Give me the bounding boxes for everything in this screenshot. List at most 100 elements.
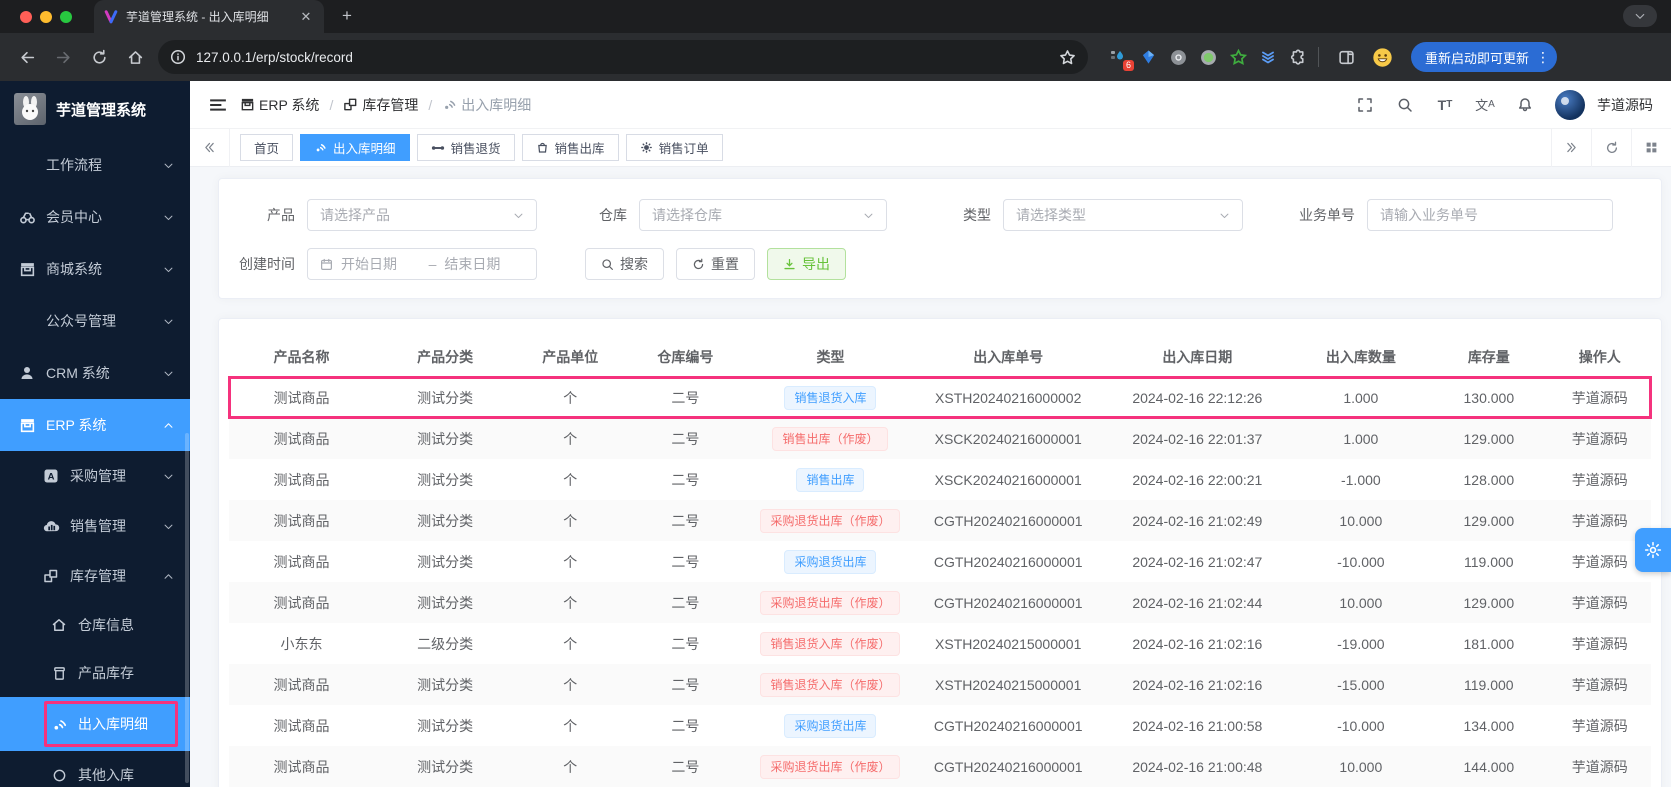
window-zoom-button[interactable] (60, 10, 72, 23)
site-info-icon[interactable] (170, 49, 186, 65)
sidebar-item-other-in[interactable]: 其他入库 (0, 751, 190, 787)
cell-warehouse: 二号 (671, 389, 700, 406)
extension-green-star-icon[interactable] (1228, 47, 1248, 67)
cell-date: 2024-02-16 22:00:21 (1132, 471, 1263, 488)
sidebar-item-workflow[interactable]: 工作流程 (0, 139, 190, 191)
collapse-menu-icon[interactable] (208, 95, 228, 115)
url-text[interactable]: 127.0.0.1/erp/stock/record (196, 50, 1059, 65)
home-button[interactable] (118, 40, 152, 74)
cell-order-no: XSCK20240216000001 (914, 418, 1103, 459)
window-close-button[interactable] (20, 10, 32, 23)
type-badge: 销售退货入库 (784, 385, 877, 410)
theme-settings-button[interactable] (1635, 528, 1671, 572)
back-button[interactable] (10, 40, 44, 74)
font-size-icon[interactable]: TT (1435, 95, 1455, 115)
table-row[interactable]: 测试商品 测试分类 个 二号 销售退货入库（作废） XSTH2024021500… (229, 664, 1651, 705)
new-tab-button[interactable]: + (334, 4, 360, 30)
sidebar-item-stock[interactable]: 库存管理 (0, 551, 190, 601)
reset-button[interactable]: 重置 (676, 248, 755, 280)
reload-button[interactable] (82, 40, 116, 74)
bizno-input[interactable]: 请输入业务单号 (1367, 199, 1613, 231)
stock-table-body: 测试商品 测试分类 个 二号 销售退货入库 XSTH20240216000002… (228, 376, 1652, 787)
extensions-puzzle-icon[interactable] (1288, 47, 1308, 67)
tags-refresh-icon[interactable] (1591, 128, 1631, 167)
extension-green-circle-icon[interactable] (1198, 47, 1218, 67)
breadcrumb-item-erp[interactable]: ERP 系统 (240, 95, 319, 115)
notification-bell-icon[interactable] (1515, 95, 1535, 115)
type-select[interactable]: 请选择类型 (1003, 199, 1243, 231)
extension-adblock-icon[interactable]: 6 (1108, 47, 1134, 71)
cell-warehouse: 二号 (671, 471, 700, 488)
product-select[interactable]: 请选择产品 (307, 199, 537, 231)
col-unit: 产品单位 (516, 337, 625, 378)
warehouse-select[interactable]: 请选择仓库 (639, 199, 887, 231)
sidebar-item-purchase[interactable]: A 采购管理 (0, 451, 190, 501)
sidebar-item-mall-system[interactable]: 商城系统 (0, 243, 190, 295)
cell-product: 测试商品 (229, 582, 375, 623)
table-row[interactable]: 小东东 二级分类 个 二号 销售退货入库（作废） XSTH20240215000… (229, 623, 1651, 664)
table-row[interactable]: 测试商品 测试分类 个 二号 采购退货出库 CGTH20240216000001… (229, 541, 1651, 582)
side-panel-icon[interactable] (1329, 40, 1363, 74)
stock-record-icon (445, 100, 456, 109)
screen: 芋道管理系统 - 出入库明细 ✕ + 127.0.0.1/erp/stock/r… (0, 0, 1671, 787)
other-in-icon (50, 766, 68, 784)
table-row[interactable]: 测试商品 测试分类 个 二号 采购退货出库（作废） CGTH2024021600… (229, 500, 1651, 541)
stock-record-table-card: 产品名称 产品分类 产品单位 仓库编号 类型 出入库单号 出入库日期 出入库数量… (218, 318, 1662, 787)
forward-button[interactable] (46, 40, 80, 74)
table-row[interactable]: 测试商品 测试分类 个 二号 销售出库 XSCK20240216000001 2… (229, 459, 1651, 500)
table-row[interactable]: 测试商品 测试分类 个 二号 采购退货出库（作废） CGTH2024021600… (229, 582, 1651, 623)
sidebar-item-erp-system[interactable]: ERP 系统 (0, 399, 190, 451)
tag-home[interactable]: 首页 (240, 134, 294, 161)
date-range-picker[interactable]: 开始日期 – 结束日期 (307, 248, 537, 280)
layout-grid-icon[interactable] (1631, 128, 1671, 167)
window-minimize-button[interactable] (40, 10, 52, 23)
cell-warehouse: 二号 (671, 635, 700, 652)
cell-stock: 129.000 (1429, 500, 1549, 541)
cell-category: 测试分类 (417, 717, 474, 734)
tab-close-icon[interactable]: ✕ (298, 9, 314, 25)
cubes-icon (344, 98, 357, 111)
table-row[interactable]: 测试商品 测试分类 个 二号 采购退货出库 CGTH20240216000001… (229, 705, 1651, 746)
profile-avatar-emoji[interactable] (1365, 40, 1399, 74)
search-icon[interactable] (1395, 95, 1415, 115)
tag-stock-record[interactable]: 出入库明细 (300, 134, 410, 161)
member-center-icon (18, 208, 36, 226)
sidebar-item-member-center[interactable]: 会员中心 (0, 191, 190, 243)
extension-dark-circle-icon[interactable] (1168, 47, 1188, 67)
chevron-down-icon (163, 471, 174, 482)
cell-date: 2024-02-16 21:00:48 (1102, 746, 1293, 787)
sidebar-item-mp-admin[interactable]: 公众号管理 (0, 295, 190, 347)
cell-operator: 芋道源码 (1571, 389, 1628, 406)
tags-scroll-right-icon[interactable] (1551, 128, 1591, 167)
sidebar-item-stock-record[interactable]: 出入库明细 (0, 697, 190, 751)
export-button[interactable]: 导出 (767, 248, 846, 280)
fullscreen-icon[interactable] (1355, 95, 1375, 115)
sale-order-icon (640, 141, 653, 154)
tag-sale-order[interactable]: 销售订单 (625, 134, 723, 161)
tag-sale-out[interactable]: 销售出库 (521, 134, 619, 161)
breadcrumb-item-stock[interactable]: 库存管理 (343, 95, 418, 115)
sidebar-scrollbar[interactable] (185, 433, 189, 783)
table-row[interactable]: 测试商品 测试分类 个 二号 销售退货入库 XSTH20240216000002… (228, 376, 1652, 419)
table-row[interactable]: 测试商品 测试分类 个 二号 销售出库（作废） XSCK202402160000… (229, 418, 1651, 459)
sidebar-item-product-stock[interactable]: 产品库存 (0, 649, 190, 697)
locale-icon[interactable]: 文A (1475, 95, 1495, 115)
user-avatar[interactable] (1555, 89, 1585, 120)
sidebar-item-sales[interactable]: 销售管理 (0, 501, 190, 551)
bookmark-star-icon[interactable] (1059, 49, 1076, 66)
sidebar-item-warehouse-info[interactable]: 仓库信息 (0, 601, 190, 649)
tags-scroll-left-icon[interactable] (190, 128, 230, 167)
table-row[interactable]: 测试商品 测试分类 个 二号 采购退货出库（作废） CGTH2024021600… (229, 746, 1651, 787)
browser-tab[interactable]: 芋道管理系统 - 出入库明细 ✕ (94, 0, 324, 33)
sidebar-item-crm-system[interactable]: CRM 系统 (0, 347, 190, 399)
user-name[interactable]: 芋道源码 (1597, 95, 1653, 115)
browser-update-button[interactable]: 重新启动即可更新 ⋮ (1411, 42, 1558, 72)
extension-chevrons-icon[interactable] (1258, 47, 1278, 67)
browser-menu-icon[interactable]: ⋮ (1535, 49, 1551, 66)
tag-sale-return[interactable]: 销售退货 (416, 134, 515, 161)
app-logo[interactable]: 芋道管理系统 (0, 85, 190, 133)
tab-search-button[interactable] (1623, 5, 1657, 27)
address-bar[interactable]: 127.0.0.1/erp/stock/record (158, 40, 1088, 74)
extension-kite-icon[interactable] (1138, 47, 1158, 67)
search-button[interactable]: 搜索 (585, 248, 664, 280)
